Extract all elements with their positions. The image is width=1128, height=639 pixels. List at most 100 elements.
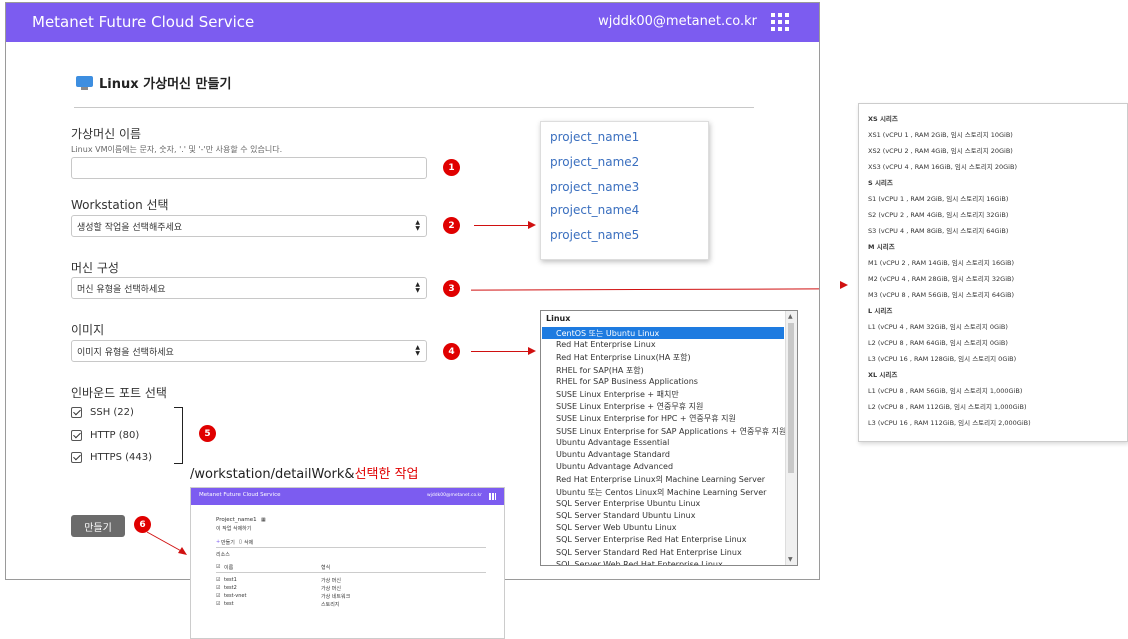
image-option[interactable]: CentOS 또는 Ubuntu Linux <box>556 328 659 339</box>
route-highlight: 선택한 작업 <box>354 467 419 482</box>
image-option[interactable]: SUSE Linux Enterprise for SAP Applicatio… <box>556 426 786 437</box>
image-option[interactable]: SQL Server Enterprise Ubuntu Linux <box>556 499 700 508</box>
app-title[interactable]: Metanet Future Cloud Service <box>32 13 254 31</box>
image-option[interactable]: SQL Server Web Red Hat Enterprise Linux <box>556 560 723 565</box>
project-option[interactable]: project_name5 <box>550 228 639 242</box>
series-option[interactable]: M2 (vCPU 4 , RAM 28GiB, 임시 스토리지 32GiB) <box>868 273 1014 283</box>
image-label: 이미지 <box>71 323 105 337</box>
select-arrows-icon: ▲ ▼ <box>415 281 420 294</box>
scrollbar[interactable]: ▲ ▼ <box>785 311 797 565</box>
divider <box>216 547 486 548</box>
series-option[interactable]: S3 (vCPU 4 , RAM 8GiB, 임시 스토리지 64GiB) <box>868 225 1008 235</box>
vm-name-label: 가상머신 이름 <box>71 127 142 141</box>
port-ssh-checkbox[interactable]: SSH (22) <box>71 407 134 418</box>
image-option[interactable]: Ubuntu Advantage Advanced <box>556 462 673 471</box>
series-option[interactable]: L3 (vCPU 16 , RAM 128GiB, 임시 스토리지 0GiB) <box>868 353 1016 363</box>
machine-select-value: 머신 유형을 선택하세요 <box>77 284 166 295</box>
project-option[interactable]: project_name4 <box>550 203 639 217</box>
checkbox-icon[interactable]: ☑ <box>216 564 220 570</box>
checkbox-icon[interactable]: ☑ <box>216 577 220 583</box>
series-option[interactable]: XS1 (vCPU 1 , RAM 2GiB, 임시 스토리지 10GiB) <box>868 129 1013 139</box>
detail-delete-link[interactable]: 삭제 <box>244 539 253 546</box>
series-option[interactable]: XS3 (vCPU 4 , RAM 16GiB, 임시 스토리지 20GiB) <box>868 161 1017 171</box>
image-option[interactable]: Red Hat Enterprise Linux <box>556 340 656 349</box>
checkbox-icon[interactable]: ☑ <box>216 601 220 607</box>
series-option[interactable]: S2 (vCPU 2 , RAM 4GiB, 임시 스토리지 32GiB) <box>868 209 1008 219</box>
detail-row-name[interactable]: test1 <box>224 577 237 583</box>
image-option[interactable]: Ubuntu Advantage Standard <box>556 450 670 459</box>
image-option[interactable]: SQL Server Web Ubuntu Linux <box>556 523 677 532</box>
select-arrows-icon: ▲ ▼ <box>415 219 420 232</box>
project-option[interactable]: project_name3 <box>550 180 639 194</box>
workstation-label: Workstation 선택 <box>71 198 169 212</box>
series-option[interactable]: M3 (vCPU 8 , RAM 56GiB, 임시 스토리지 64GiB) <box>868 289 1014 299</box>
checkbox-checked-icon[interactable] <box>71 430 82 441</box>
machine-select[interactable]: 머신 유형을 선택하세요 ▲ ▼ <box>71 277 427 299</box>
series-option[interactable]: L2 (vCPU 8 , RAM 64GiB, 임시 스토리지 0GiB) <box>868 337 1008 347</box>
inbound-label: 인바운드 포트 선택 <box>71 386 167 400</box>
step-badge-5: 5 <box>199 425 216 442</box>
detail-section-title: 리소스 <box>216 552 230 558</box>
image-option[interactable]: Red Hat Enterprise Linux의 Machine Learni… <box>556 474 765 485</box>
image-select[interactable]: 이미지 유형을 선택하세요 ▲ ▼ <box>71 340 427 362</box>
arrow-line <box>474 225 530 226</box>
scroll-down-icon[interactable]: ▼ <box>788 556 793 563</box>
series-option[interactable]: L3 (vCPU 16 , RAM 112GiB, 임시 스토리지 2,000G… <box>868 417 1031 427</box>
image-option[interactable]: Ubuntu 또는 Centos Linux의 Machine Learning… <box>556 487 766 498</box>
select-arrows-icon: ▲ ▼ <box>415 344 420 357</box>
image-option[interactable]: RHEL for SAP(HA 포함) <box>556 365 644 376</box>
user-email[interactable]: wjddk00@metanet.co.kr <box>598 14 757 29</box>
detail-row-type: 가상 네트워크 <box>321 594 351 600</box>
detail-row-name[interactable]: test <box>224 601 234 607</box>
port-http-checkbox[interactable]: HTTP (80) <box>71 430 139 441</box>
series-option[interactable]: L1 (vCPU 8 , RAM 56GiB, 임시 스토리지 1,000GiB… <box>868 385 1022 395</box>
title-divider <box>74 107 754 108</box>
checkbox-checked-icon[interactable] <box>71 452 82 463</box>
series-option[interactable]: L2 (vCPU 8 , RAM 112GiB, 임시 스토리지 1,000Gi… <box>868 401 1027 411</box>
monitor-icon: ▦ <box>261 517 266 523</box>
image-option[interactable]: SUSE Linux Enterprise + 패치만 <box>556 389 679 400</box>
plus-icon: + <box>216 539 221 545</box>
series-option[interactable]: S1 (vCPU 1 , RAM 2GiB, 임시 스토리지 16GiB) <box>868 193 1008 203</box>
monitor-icon <box>76 75 93 90</box>
detail-row-name[interactable]: test2 <box>224 585 237 591</box>
series-option[interactable]: L1 (vCPU 4 , RAM 32GiB, 임시 스토리지 0GiB) <box>868 321 1008 331</box>
image-option[interactable]: SQL Server Standard Red Hat Enterprise L… <box>556 548 742 557</box>
image-option[interactable]: Ubuntu Advantage Essential <box>556 438 669 447</box>
project-option[interactable]: project_name1 <box>550 130 639 144</box>
detail-create-link[interactable]: 만들기 <box>221 539 235 546</box>
checkbox-checked-icon[interactable] <box>71 407 82 418</box>
series-group-label: M 시리즈 <box>868 243 895 251</box>
step-badge-4: 4 <box>443 343 460 360</box>
vm-name-hint: Linux VM이름에는 문자, 숫자, '.' 및 '-'만 사용할 수 있습… <box>71 145 283 154</box>
arrow-to-detail <box>146 531 187 555</box>
image-option[interactable]: RHEL for SAP Business Applications <box>556 377 698 386</box>
image-option[interactable]: SQL Server Standard Ubuntu Linux <box>556 511 695 520</box>
image-option[interactable]: SQL Server Enterprise Red Hat Enterprise… <box>556 535 746 544</box>
apps-grid-icon[interactable] <box>771 13 789 31</box>
series-option[interactable]: XS2 (vCPU 2 , RAM 4GiB, 임시 스토리지 20GiB) <box>868 145 1013 155</box>
page-header: Linux 가상머신 만들기 <box>76 73 231 92</box>
workstation-select[interactable]: 생성할 작업을 선택해주세요 ▲ ▼ <box>71 215 427 237</box>
series-option[interactable]: M1 (vCPU 2 , RAM 14GiB, 임시 스토리지 16GiB) <box>868 257 1014 267</box>
image-select-value: 이미지 유형을 선택하세요 <box>77 347 174 358</box>
image-group-label: Linux <box>546 314 571 323</box>
vm-name-input[interactable] <box>71 157 427 179</box>
checkbox-icon[interactable]: ☑ <box>216 585 220 591</box>
project-option[interactable]: project_name2 <box>550 155 639 169</box>
scroll-up-icon[interactable]: ▲ <box>788 313 793 320</box>
create-button[interactable]: 만들기 <box>71 515 125 537</box>
detail-row-type: 가상 머신 <box>321 578 341 584</box>
port-https-checkbox[interactable]: HTTPS (443) <box>71 452 152 463</box>
arrow-line <box>471 351 530 352</box>
detail-row-name[interactable]: test-vnet <box>224 593 246 599</box>
detail-delete-project[interactable]: 이 작업 삭제하기 <box>216 525 251 532</box>
scrollbar-thumb[interactable] <box>788 323 794 473</box>
image-option[interactable]: SUSE Linux Enterprise for HPC + 연중무휴 지원 <box>556 413 736 424</box>
route-path: /workstation/detailWork& <box>190 467 355 482</box>
checkbox-icon[interactable]: ☑ <box>216 593 220 599</box>
image-option[interactable]: SUSE Linux Enterprise + 연중무휴 지원 <box>556 401 703 412</box>
detail-app-title: Metanet Future Cloud Service <box>199 492 281 498</box>
image-option[interactable]: Red Hat Enterprise Linux(HA 포함) <box>556 352 691 363</box>
machine-label: 머신 구성 <box>71 261 119 275</box>
